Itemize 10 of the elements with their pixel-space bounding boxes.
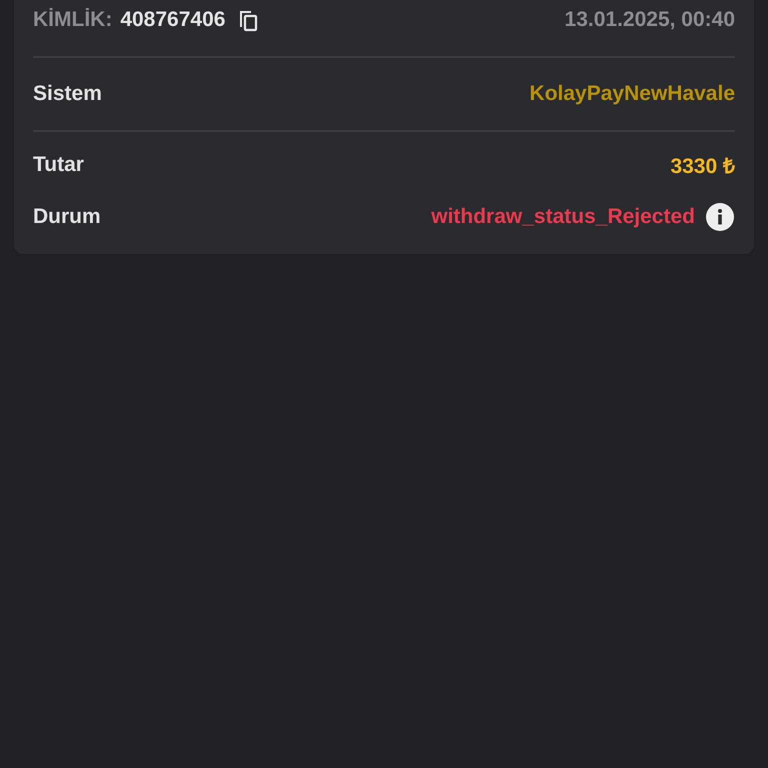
field-label: Durum — [33, 205, 101, 229]
id-value: 408767406 — [120, 8, 226, 32]
id-label: KİMLİK: — [33, 8, 112, 32]
date-time: 13.01.2025, 00:40 — [564, 8, 735, 32]
field-value: KolayPayNewHavale — [530, 82, 735, 106]
field-label: Tutar — [33, 153, 84, 177]
field-value: withdraw_status_Rejected — [431, 205, 695, 229]
field-value: 3330 ₺ — [670, 154, 735, 179]
info-icon[interactable] — [705, 202, 735, 232]
field-label: Sistem — [33, 82, 102, 106]
